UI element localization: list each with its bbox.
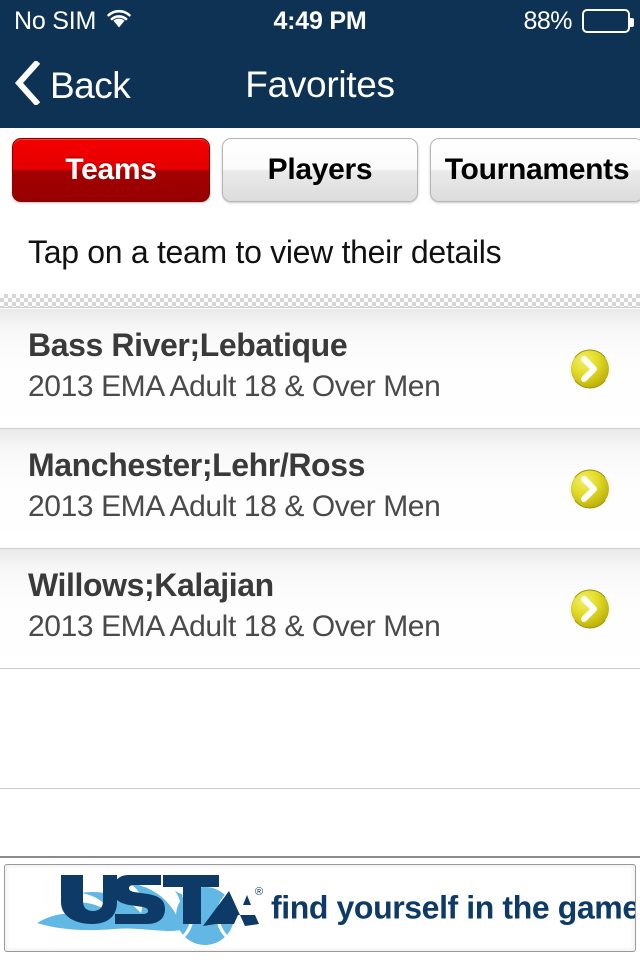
registered-mark: ® [255,886,263,898]
instruction-text: Tap on a team to view their details [28,233,502,270]
team-name: Manchester;Lehr/Ross [28,447,365,483]
status-bar-right: 88% [523,0,634,42]
segmented-tab-bar: Teams Players Tournaments [0,128,640,210]
tab-teams[interactable]: Teams [12,138,210,202]
app-screen: No SIM 4:49 PM 88% Back Favorites Teams … [0,0,640,960]
row-text-block: Bass River;Lebatique 2013 EMA Adult 18 &… [28,327,544,406]
empty-list-row [0,669,640,789]
row-text-block: Willows;Kalajian 2013 EMA Adult 18 & Ove… [28,567,544,646]
tennis-ball-chevron-icon[interactable] [568,587,612,631]
team-league: 2013 EMA Adult 18 & Over Men [28,609,441,643]
team-list: Bass River;Lebatique 2013 EMA Adult 18 &… [0,309,640,909]
navigation-bar: Back Favorites [0,42,640,128]
team-name: Bass River;Lebatique [28,327,348,363]
ad-banner-inner: ® find yourself in the game [4,864,636,952]
team-league: 2013 EMA Adult 18 & Over Men [28,369,441,403]
page-title: Favorites [245,64,395,105]
usta-logo: ® [33,869,265,951]
table-row[interactable]: Manchester;Lehr/Ross 2013 EMA Adult 18 &… [0,429,640,549]
table-row[interactable]: Willows;Kalajian 2013 EMA Adult 18 & Ove… [0,549,640,669]
tennis-ball-chevron-icon[interactable] [568,347,612,391]
team-league: 2013 EMA Adult 18 & Over Men [28,489,441,523]
row-text-block: Manchester;Lehr/Ross 2013 EMA Adult 18 &… [28,447,544,526]
team-name: Willows;Kalajian [28,567,274,603]
tab-players[interactable]: Players [222,138,418,202]
ad-tagline: find yourself in the game [271,889,636,926]
table-row[interactable]: Bass River;Lebatique 2013 EMA Adult 18 &… [0,309,640,429]
instruction-bar: Tap on a team to view their details [0,210,640,294]
battery-icon [582,9,634,33]
status-bar: No SIM 4:49 PM 88% [0,0,640,42]
ad-banner[interactable]: ® find yourself in the game [0,856,640,960]
tab-tournaments[interactable]: Tournaments [430,138,640,202]
battery-percent-label: 88% [523,6,572,35]
tennis-ball-chevron-icon[interactable] [568,467,612,511]
section-divider [0,294,640,308]
